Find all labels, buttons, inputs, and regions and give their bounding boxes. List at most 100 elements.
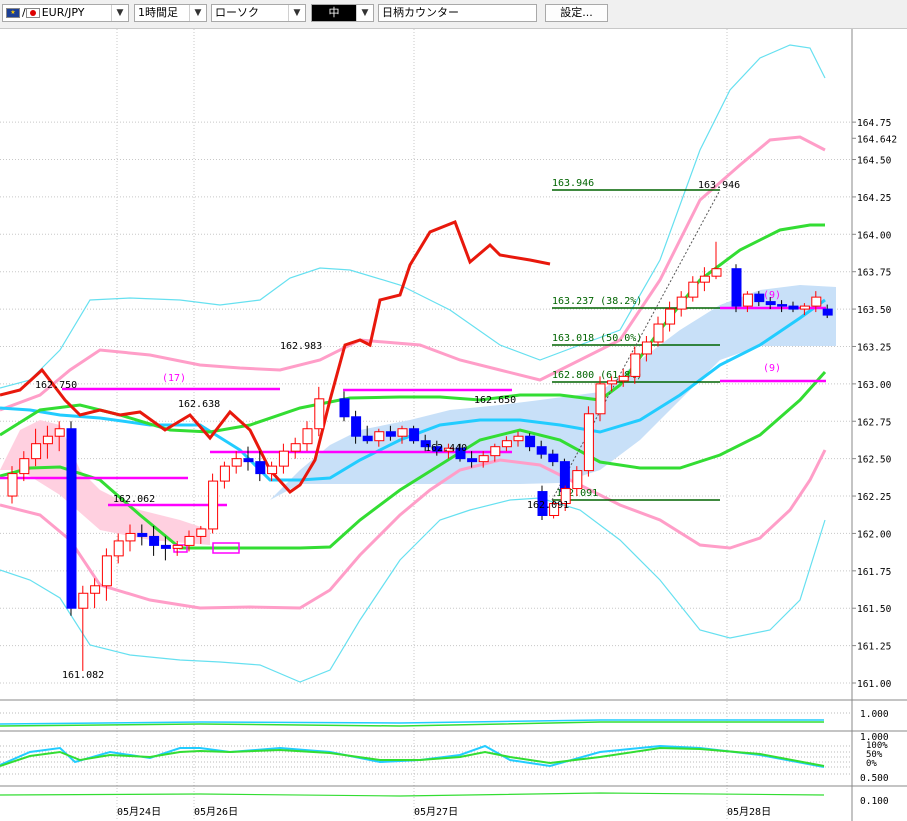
- candle-down: [66, 428, 77, 609]
- candle-up: [811, 296, 822, 307]
- candle-up: [113, 540, 124, 557]
- price-tick-label: 161.50: [857, 604, 892, 615]
- resistance-label-9b: (9): [763, 363, 781, 374]
- candle-down: [467, 458, 478, 463]
- price-label: 162.091: [527, 500, 569, 511]
- candle-up: [676, 296, 687, 310]
- price-tick-label: 161.00: [857, 679, 892, 690]
- candle-up: [595, 383, 606, 415]
- price-tick-label: 164.50: [857, 156, 892, 167]
- candle-down: [339, 398, 350, 418]
- candle-up: [31, 443, 42, 460]
- chart-type-label: ローソク: [215, 6, 259, 19]
- settings-button[interactable]: 設定...: [545, 4, 608, 22]
- candle-up: [101, 555, 112, 587]
- candle-up: [219, 465, 230, 482]
- candle-up: [583, 413, 594, 472]
- candle-up: [572, 470, 583, 490]
- candle-down: [149, 535, 160, 546]
- price-label: 162.638: [178, 399, 220, 410]
- chevron-down-icon[interactable]: ▼: [111, 5, 128, 21]
- candle-up: [688, 281, 699, 298]
- resistance-label-9a: (9): [763, 290, 781, 301]
- fibonacci-level-label: 162.800 (61.8%): [552, 370, 642, 381]
- candle-down: [362, 435, 373, 442]
- candle-down: [777, 304, 788, 307]
- symbol-select[interactable]: ★ / EUR/JPY ▼: [2, 4, 129, 22]
- candle-up: [742, 293, 753, 307]
- price-tick-label: 163.25: [857, 342, 891, 353]
- candle-down: [731, 268, 742, 307]
- chevron-down-icon[interactable]: ▼: [288, 5, 305, 21]
- oscillator-label: 0%: [866, 759, 877, 769]
- candle-down: [765, 301, 776, 306]
- chart-type-select[interactable]: ローソク ▼: [211, 4, 306, 22]
- price-tick-label: 162.00: [857, 529, 892, 540]
- candle-up: [196, 528, 207, 537]
- date-label: 05月28日: [727, 806, 771, 818]
- candle-up: [302, 428, 313, 445]
- price-label: 162.650: [474, 395, 516, 406]
- candle-up: [125, 532, 136, 542]
- candle-up: [231, 458, 242, 467]
- symbol-label: EUR/JPY: [41, 6, 85, 19]
- timeframe-label: 1時間足: [138, 6, 178, 19]
- candle-up: [665, 308, 676, 325]
- candle-up: [653, 323, 664, 343]
- candle-down: [385, 431, 396, 437]
- price-tick-label: 162.25: [857, 492, 891, 503]
- price-tick-label: 164.642: [857, 134, 897, 145]
- candle-up: [172, 544, 183, 549]
- candle-down: [160, 544, 171, 549]
- price-label: 162.440: [425, 443, 467, 454]
- candle-down: [822, 308, 833, 316]
- toolbar: ★ / EUR/JPY ▼ 1時間足 ▼ ローソク ▼ 中 ▼ 日柄カウンター 設定…: [0, 0, 907, 29]
- candle-up: [314, 398, 325, 430]
- timeframe-select[interactable]: 1時間足 ▼: [134, 4, 207, 22]
- candle-down: [243, 458, 254, 463]
- oscillator-label: 1.000: [860, 709, 889, 720]
- price-tick-label: 163.00: [857, 380, 892, 391]
- candle-down: [409, 428, 420, 442]
- candle-down: [536, 446, 547, 455]
- candle-up: [19, 458, 30, 475]
- size-select[interactable]: 中 ▼: [311, 4, 374, 22]
- candle-down: [525, 435, 536, 448]
- candle-up: [490, 446, 501, 457]
- price-tick-label: 161.75: [857, 567, 891, 578]
- price-chart[interactable]: 164.75 164.642 164.50 164.25 164.00 163.75 163…: [0, 29, 907, 821]
- candle-up: [290, 443, 301, 452]
- candle-up: [278, 450, 289, 467]
- price-label: 162.983: [280, 341, 322, 352]
- candle-down: [351, 416, 362, 437]
- fibonacci-high-label: 163.946: [552, 178, 594, 189]
- candle-up: [90, 585, 101, 594]
- candle-down: [754, 293, 765, 303]
- candle-up: [54, 428, 65, 437]
- price-tick-label: 162.75: [857, 417, 891, 428]
- candle-up: [699, 275, 710, 283]
- jp-flag-icon: [25, 8, 40, 18]
- price-tick-label: 163.50: [857, 305, 892, 316]
- candle-up: [397, 428, 408, 437]
- candle-up: [607, 380, 618, 385]
- price-label: 162.062: [113, 494, 155, 505]
- oscillator-label: 0.100: [860, 796, 889, 807]
- price-tick-label: 164.75: [857, 118, 891, 129]
- price-tick-label: 164.00: [857, 230, 892, 241]
- date-label: 05月27日: [414, 806, 458, 818]
- chevron-down-icon[interactable]: ▼: [356, 5, 373, 21]
- chevron-down-icon[interactable]: ▼: [189, 5, 206, 21]
- candle-up: [208, 480, 219, 530]
- candle-up: [618, 375, 629, 382]
- candle-up: [641, 341, 652, 355]
- candle-up: [478, 455, 489, 463]
- date-label: 05月24日: [117, 806, 161, 818]
- resistance-label-17: (17): [162, 373, 186, 384]
- counter-input[interactable]: 日柄カウンター: [378, 4, 537, 22]
- counter-input-value: 日柄カウンター: [382, 6, 459, 19]
- fibonacci-level-label: 163.237 (38.2%): [552, 296, 642, 307]
- date-label: 05月26日: [194, 806, 238, 818]
- candle-up: [42, 435, 53, 445]
- candle-up: [184, 535, 195, 546]
